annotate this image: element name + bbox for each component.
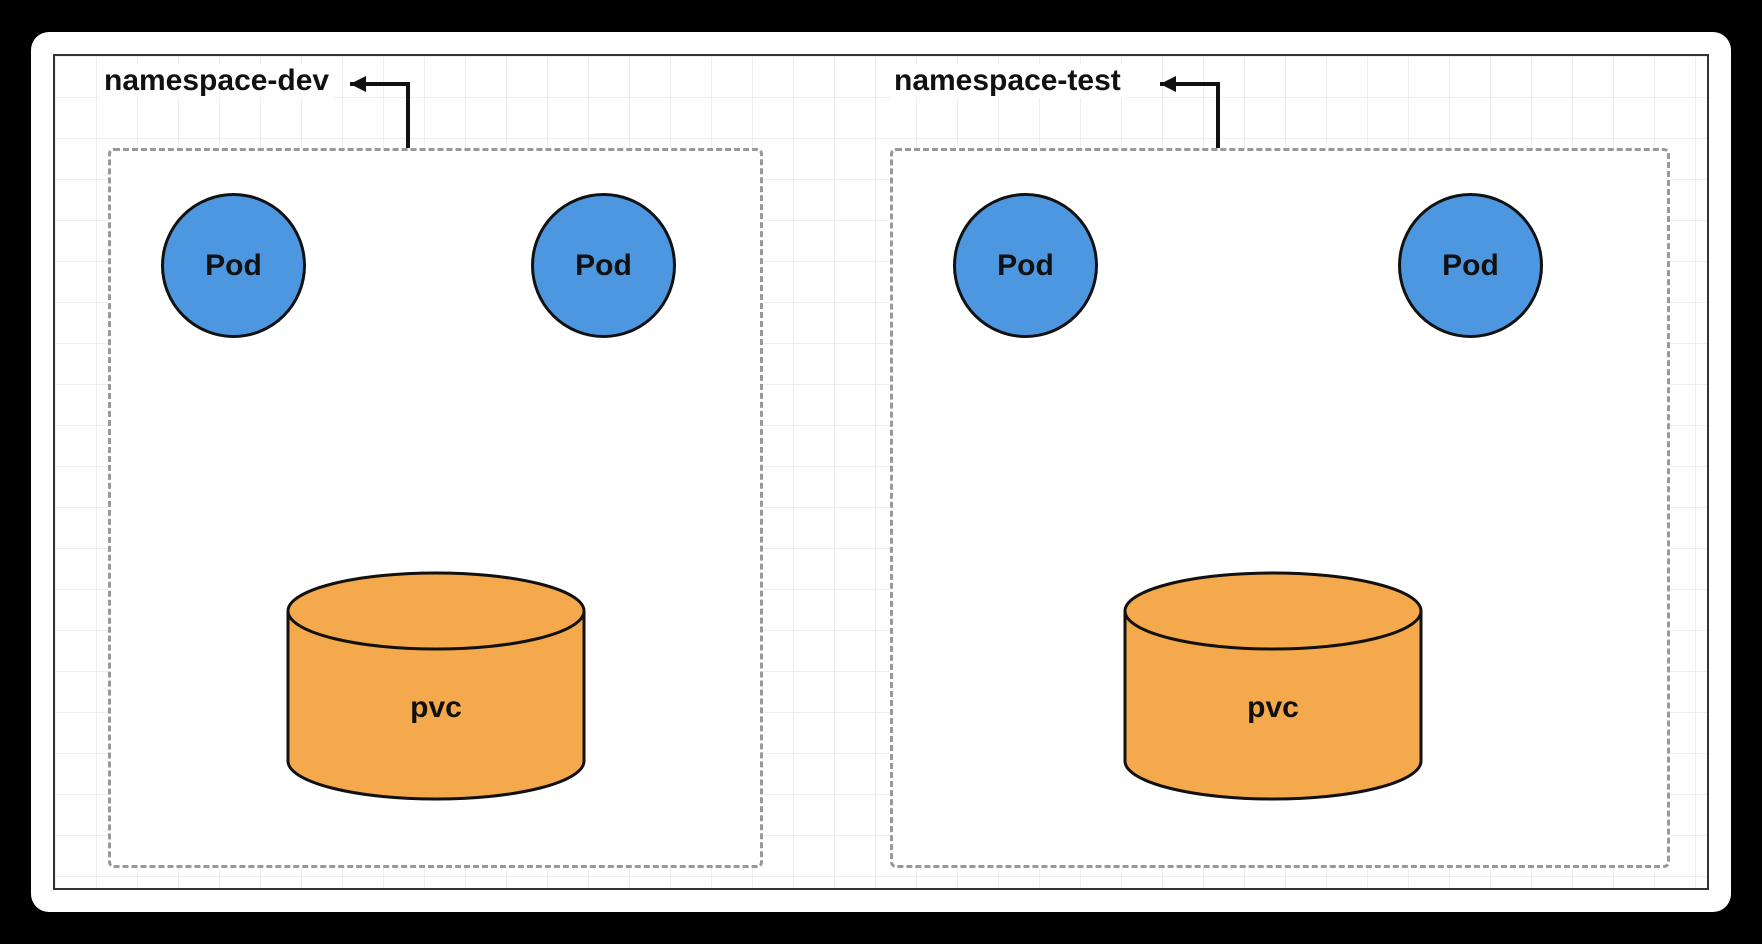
pod-circle: Pod	[953, 193, 1098, 338]
pod-circle: Pod	[161, 193, 306, 338]
arrow-to-dev-box	[350, 68, 430, 148]
namespace-dev-box: Pod Pod pvc	[108, 148, 763, 868]
pod-label: Pod	[205, 249, 262, 283]
pod-label: Pod	[1442, 249, 1499, 283]
pvc-cylinder: pvc	[1123, 571, 1423, 801]
pod-circle: Pod	[531, 193, 676, 338]
pod-label: Pod	[575, 249, 632, 283]
pvc-label: pvc	[286, 691, 586, 725]
namespace-test-box: Pod Pod pvc	[890, 148, 1670, 868]
pod-label: Pod	[997, 249, 1054, 283]
diagram-card: namespace-dev Pod Pod	[31, 32, 1731, 912]
arrow-to-test-box	[1160, 68, 1240, 148]
diagram-canvas: namespace-dev Pod Pod	[53, 54, 1709, 890]
namespace-test-label: namespace-test	[890, 64, 1125, 98]
pvc-cylinder: pvc	[286, 571, 586, 801]
namespace-dev-label: namespace-dev	[100, 64, 333, 98]
pvc-label: pvc	[1123, 691, 1423, 725]
pod-circle: Pod	[1398, 193, 1543, 338]
